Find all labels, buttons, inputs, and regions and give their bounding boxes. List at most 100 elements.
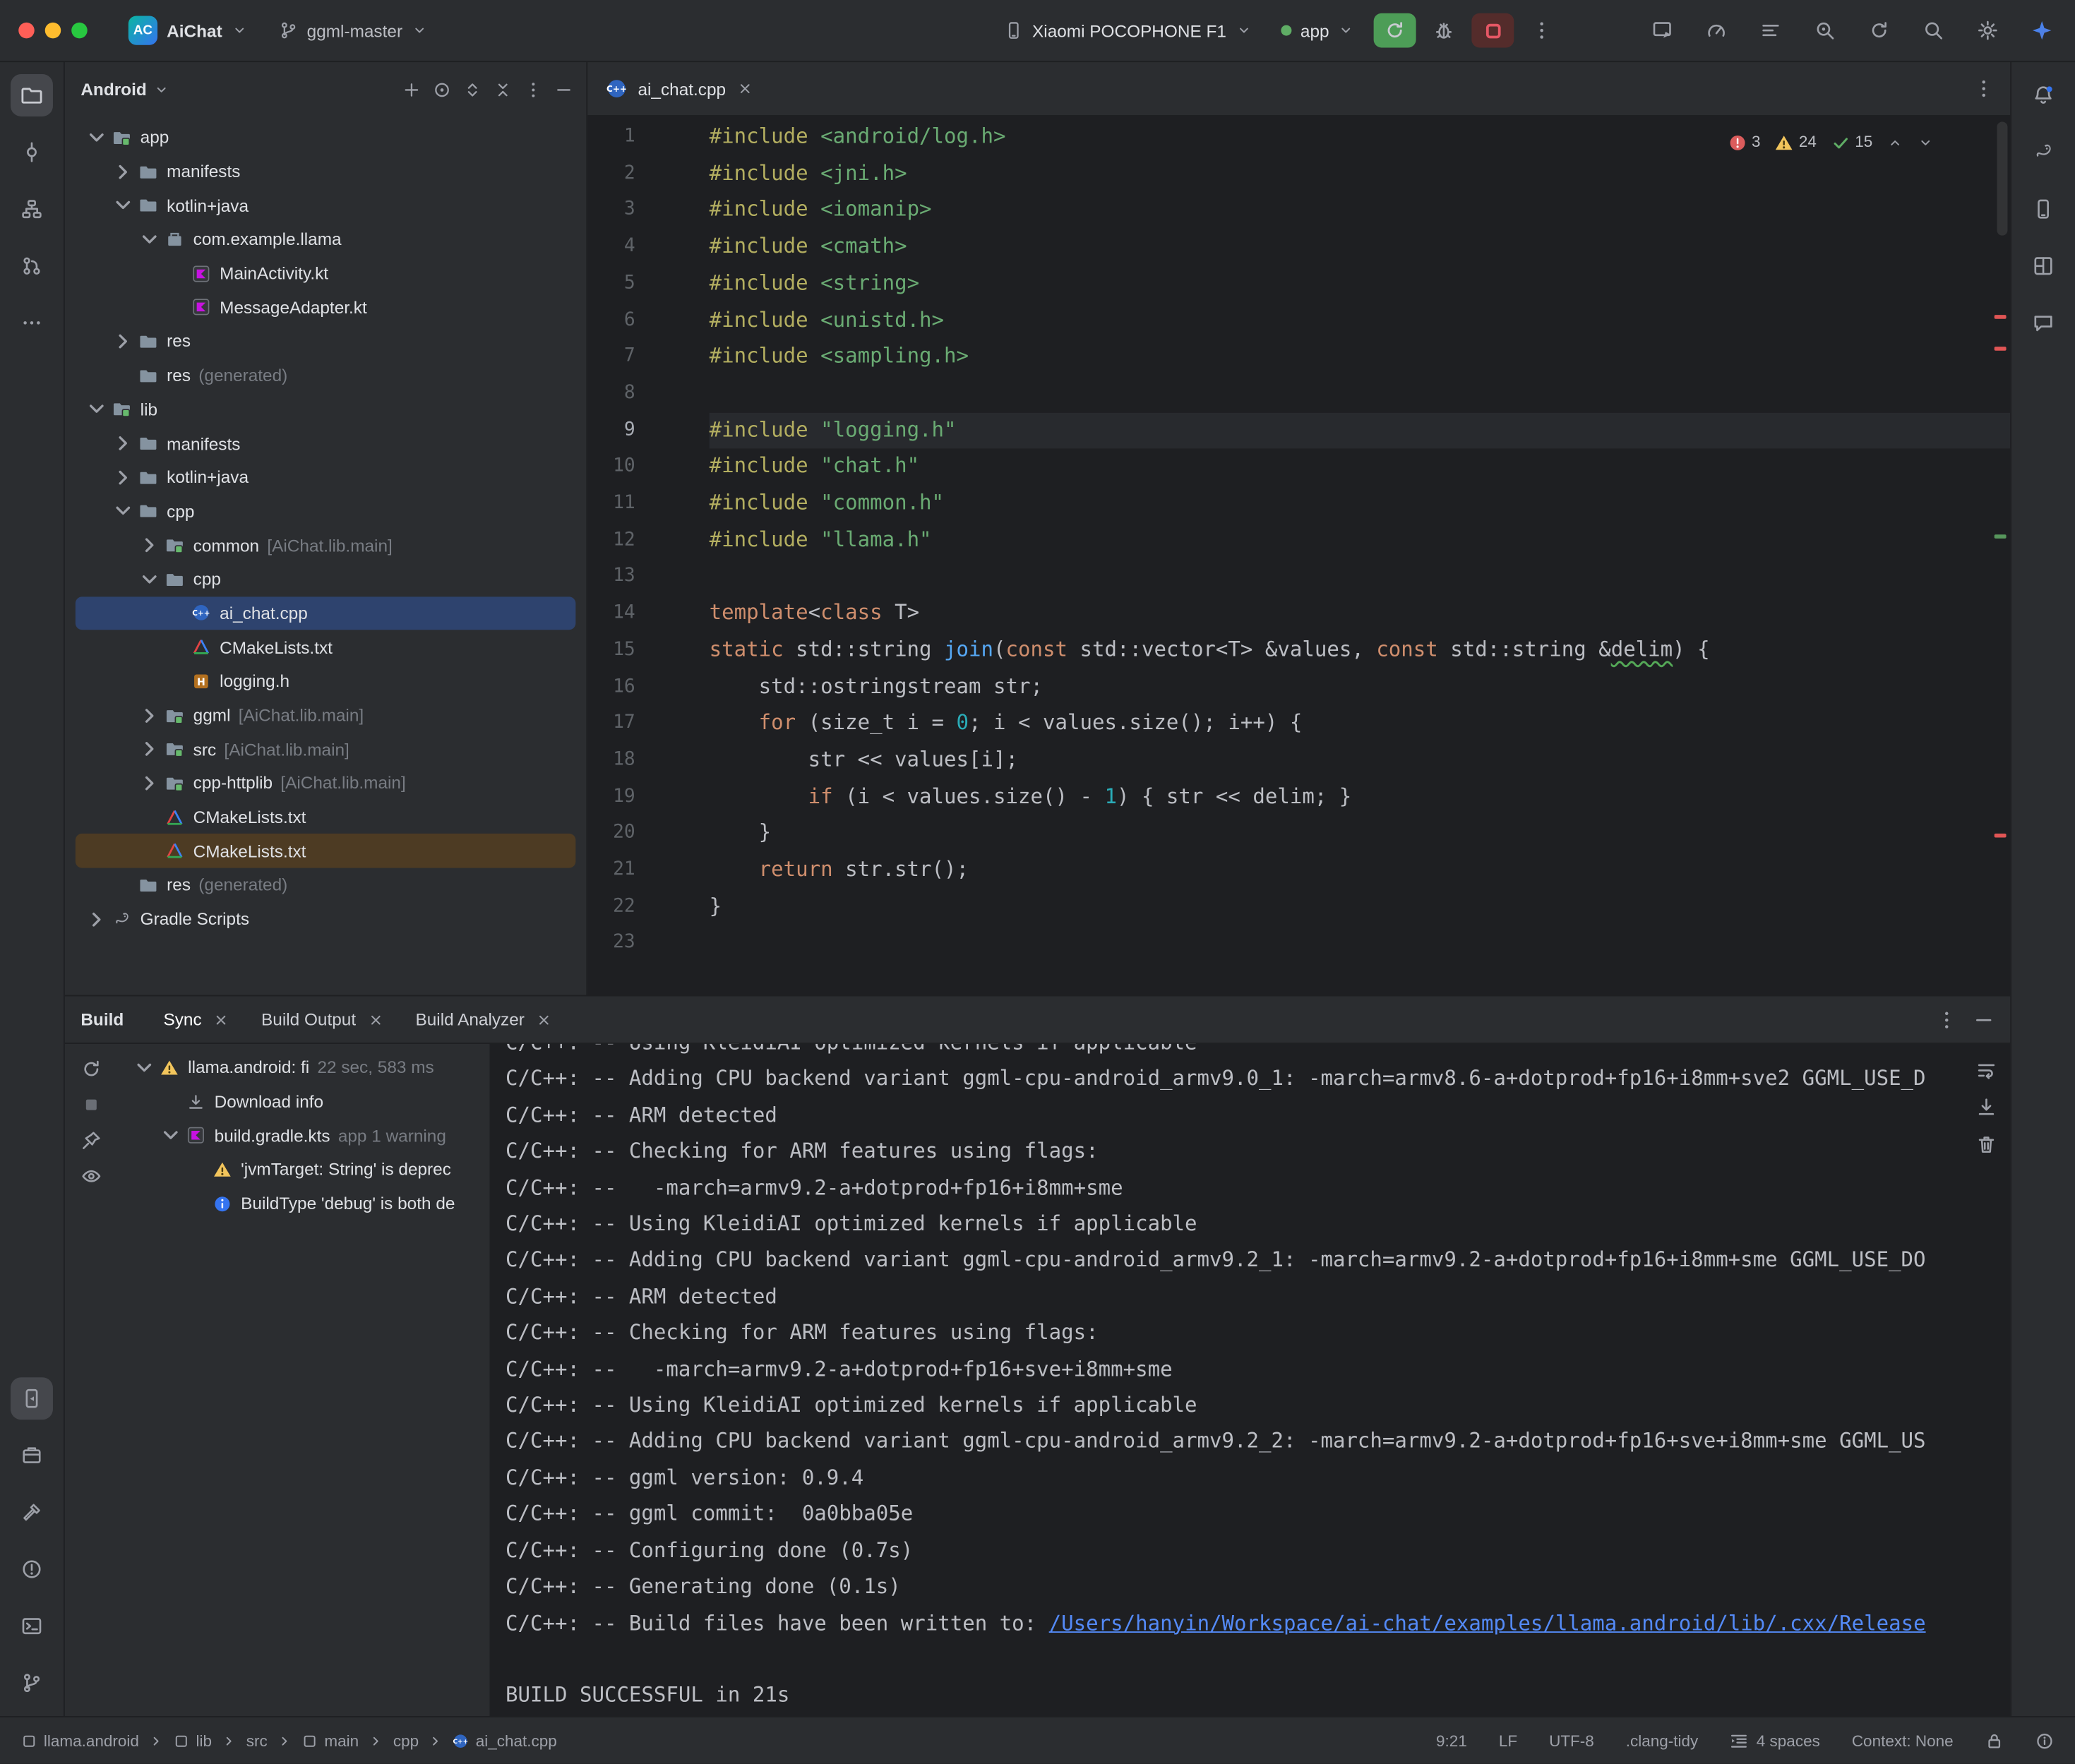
tree-item-mainactivity-kt[interactable]: MainActivity.kt bbox=[76, 256, 576, 290]
code-line[interactable]: 21 return str.str(); bbox=[587, 852, 2010, 889]
build-tab-build-output[interactable]: Build Output bbox=[246, 996, 400, 1043]
line-number[interactable]: 13 bbox=[587, 559, 709, 596]
code-line[interactable]: 2#include <jni.h> bbox=[587, 156, 2010, 193]
line-number[interactable]: 15 bbox=[587, 632, 709, 669]
code-line[interactable]: 3#include <iomanip> bbox=[587, 193, 2010, 229]
next-problem-icon[interactable] bbox=[1918, 135, 1933, 150]
editor-scrollbar[interactable] bbox=[1997, 121, 2007, 235]
code-line[interactable]: 12#include "llama.h" bbox=[587, 522, 2010, 559]
toolstrip-terminal-button[interactable] bbox=[11, 1605, 53, 1648]
clear-all-icon[interactable] bbox=[1975, 1134, 1997, 1155]
stop-button[interactable] bbox=[1472, 13, 1514, 48]
chevron-down-icon[interactable] bbox=[110, 192, 136, 218]
stripe-mark[interactable] bbox=[1995, 834, 2007, 838]
code-line[interactable]: 23 bbox=[587, 925, 2010, 962]
tree-item-messageadapter-kt[interactable]: MessageAdapter.kt bbox=[76, 290, 576, 324]
tree-item-cmakelists-txt[interactable]: CMakeLists.txt bbox=[76, 630, 576, 664]
hide-toolwindow-icon[interactable] bbox=[1973, 1009, 1995, 1030]
error-count[interactable]: 3 bbox=[1728, 124, 1760, 161]
code-line[interactable]: 5#include <string> bbox=[587, 265, 2010, 302]
tree-item-app[interactable]: app bbox=[76, 121, 576, 155]
code-line[interactable]: 17 for (size_t i = 0; i < values.size();… bbox=[587, 706, 2010, 743]
pin-icon[interactable] bbox=[80, 1130, 102, 1151]
chevron-down-icon[interactable] bbox=[131, 1055, 157, 1081]
code-line[interactable]: 15static std::string join(const std::vec… bbox=[587, 632, 2010, 669]
code-line[interactable]: 18 str << values[i]; bbox=[587, 742, 2010, 779]
tree-item-buildtype-debug-is-both-de[interactable]: BuildType 'debug' is both de bbox=[123, 1187, 484, 1220]
status-indent-config[interactable]: 4 spaces bbox=[1730, 1732, 1820, 1750]
build-options-icon[interactable] bbox=[1936, 1009, 1957, 1030]
stripe-mark[interactable] bbox=[1995, 534, 2007, 539]
sync-project-icon[interactable] bbox=[1862, 13, 1896, 48]
status-status-inspections[interactable] bbox=[2035, 1732, 2054, 1750]
tree-item-ggml[interactable]: ggml[AiChat.lib.main] bbox=[76, 698, 576, 732]
line-number[interactable]: 23 bbox=[587, 925, 709, 962]
editor-tab[interactable]: C++ ai_chat.cpp bbox=[587, 62, 771, 115]
device-selector[interactable]: Xiaomi POCOPHONE F1 bbox=[995, 16, 1261, 46]
close-tab-icon[interactable] bbox=[736, 80, 752, 96]
stripe-mark[interactable] bbox=[1995, 347, 2007, 351]
minimize-window-button[interactable] bbox=[45, 23, 61, 38]
toolstrip-device-manager-button[interactable] bbox=[2022, 188, 2064, 230]
code-line[interactable]: 10#include "chat.h" bbox=[587, 449, 2010, 486]
tree-item-manifests[interactable]: manifests bbox=[76, 426, 576, 460]
tree-item-llama-android-fi[interactable]: llama.android: fi22 sec, 583 ms bbox=[123, 1050, 484, 1084]
line-number[interactable]: 5 bbox=[587, 265, 709, 302]
tree-item-src[interactable]: src[AiChat.lib.main] bbox=[76, 732, 576, 766]
toolstrip-pull-requests-button[interactable] bbox=[11, 245, 53, 287]
line-number[interactable]: 6 bbox=[587, 302, 709, 339]
line-number[interactable]: 8 bbox=[587, 376, 709, 412]
status-file-lock[interactable] bbox=[1985, 1732, 2004, 1750]
project-widget[interactable]: AC AiChat bbox=[119, 11, 257, 50]
breadcrumb-src[interactable]: src bbox=[246, 1732, 268, 1750]
tree-item-cmakelists-txt[interactable]: CMakeLists.txt bbox=[76, 834, 576, 868]
zoom-window-button[interactable] bbox=[71, 23, 87, 38]
profiler-icon[interactable] bbox=[1699, 13, 1734, 48]
line-number[interactable]: 20 bbox=[587, 815, 709, 852]
line-number[interactable]: 14 bbox=[587, 596, 709, 632]
tab-options-icon[interactable] bbox=[1973, 78, 1995, 100]
line-number[interactable]: 22 bbox=[587, 889, 709, 925]
close-window-button[interactable] bbox=[18, 23, 34, 38]
toolstrip-device-explorer-button[interactable] bbox=[11, 1434, 53, 1477]
plus-icon[interactable] bbox=[402, 80, 421, 98]
toolstrip-running-devices-button[interactable] bbox=[11, 1377, 53, 1420]
tree-item-gradle-scripts[interactable]: Gradle Scripts bbox=[76, 902, 576, 936]
build-console[interactable]: C/C++: -- Using KleidiAI optimized kerne… bbox=[490, 1044, 2011, 1716]
line-number[interactable]: 17 bbox=[587, 706, 709, 743]
chevron-right-icon[interactable] bbox=[110, 430, 136, 456]
toolstrip-resource-manager-button[interactable] bbox=[2022, 245, 2064, 287]
tree-item-download-info[interactable]: Download info bbox=[123, 1084, 484, 1118]
gemini-icon[interactable] bbox=[2025, 13, 2059, 48]
code-line[interactable]: 7#include <sampling.h> bbox=[587, 339, 2010, 376]
scroll-to-end-icon[interactable] bbox=[1975, 1097, 1997, 1118]
console-file-link[interactable]: /Users/hanyin/Workspace/ai-chat/examples… bbox=[1049, 1611, 1926, 1635]
chevron-right-icon[interactable] bbox=[110, 328, 136, 354]
hide-icon[interactable] bbox=[554, 80, 573, 98]
chevron-right-icon[interactable] bbox=[136, 532, 162, 558]
tree-item-build-gradle-kts[interactable]: build.gradle.ktsapp 1 warning bbox=[123, 1119, 484, 1153]
line-number[interactable]: 21 bbox=[587, 852, 709, 889]
code-line[interactable]: 19 if (i < values.size() - 1) { str << d… bbox=[587, 779, 2010, 815]
line-number[interactable]: 1 bbox=[587, 119, 709, 156]
close-tab-icon[interactable] bbox=[537, 1012, 552, 1027]
chevron-right-icon[interactable] bbox=[110, 464, 136, 490]
toolstrip-build-tool-button[interactable] bbox=[11, 1491, 53, 1533]
code-line[interactable]: 14template<class T> bbox=[587, 596, 2010, 632]
warning-count[interactable]: 24 bbox=[1775, 124, 1817, 161]
preview-icon[interactable] bbox=[80, 1165, 102, 1187]
code-line[interactable]: 8 bbox=[587, 376, 2010, 412]
close-tab-icon[interactable] bbox=[214, 1012, 229, 1027]
close-tab-icon[interactable] bbox=[368, 1012, 383, 1027]
code-line[interactable]: 22} bbox=[587, 889, 2010, 925]
chevron-right-icon[interactable] bbox=[110, 158, 136, 184]
line-number[interactable]: 7 bbox=[587, 339, 709, 376]
line-number[interactable]: 12 bbox=[587, 522, 709, 559]
soft-wrap-icon[interactable] bbox=[1975, 1060, 1997, 1081]
tree-item-res[interactable]: res(generated) bbox=[76, 359, 576, 392]
code-line[interactable]: 9#include "logging.h" bbox=[587, 412, 2010, 449]
prev-problem-icon[interactable] bbox=[1887, 135, 1903, 150]
run-configuration-selector[interactable]: app bbox=[1272, 16, 1364, 46]
status-code-vision-context[interactable]: Context: None bbox=[1852, 1732, 1954, 1750]
toolstrip-project-button[interactable] bbox=[11, 74, 53, 116]
